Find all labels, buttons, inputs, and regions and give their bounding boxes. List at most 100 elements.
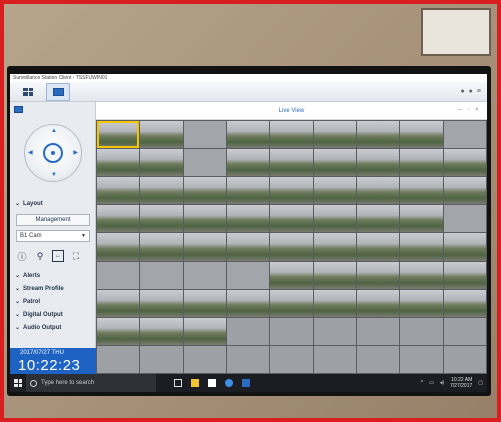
camera-feed-tile[interactable]: [400, 261, 443, 289]
camera-feed-tile[interactable]: [313, 121, 356, 149]
camera-feed-tile[interactable]: [97, 261, 140, 289]
info-icon[interactable]: ⓘ: [16, 250, 28, 262]
camera-feed-tile[interactable]: [443, 289, 486, 317]
empty-camera-slot[interactable]: [140, 345, 183, 373]
ptz-down-icon[interactable]: ▼: [51, 172, 57, 178]
camera-feed-tile[interactable]: [270, 121, 313, 149]
camera-feed-tile[interactable]: [183, 233, 226, 261]
layout-section[interactable]: ⌄ Layout: [15, 200, 43, 208]
camera-feed-tile[interactable]: [183, 149, 226, 177]
camera-feed-tile[interactable]: [356, 289, 400, 317]
camera-feed-tile[interactable]: [270, 205, 313, 233]
camera-feed-tile[interactable]: [356, 205, 400, 233]
camera-feed-tile[interactable]: [400, 205, 443, 233]
user-icon[interactable]: ●: [469, 88, 473, 95]
camera-feed-tile[interactable]: [183, 289, 226, 317]
store-icon[interactable]: [208, 379, 216, 387]
tray-clock[interactable]: 10:22 AM 7/27/2017: [450, 377, 472, 389]
fit-icon[interactable]: ↔: [52, 250, 64, 262]
camera-feed-tile[interactable]: [443, 121, 486, 149]
camera-feed-tile[interactable]: [270, 261, 313, 289]
camera-feed-tile[interactable]: [97, 205, 140, 233]
start-button[interactable]: [10, 374, 26, 392]
camera-feed-tile[interactable]: [226, 149, 270, 177]
menu-icon[interactable]: ≡: [477, 88, 481, 95]
camera-feed-tile[interactable]: [226, 205, 270, 233]
camera-feed-tile[interactable]: [356, 233, 400, 261]
live-view-window-controls[interactable]: — ▫ ✕: [457, 107, 481, 113]
camera-feed-tile[interactable]: [313, 205, 356, 233]
volume-icon[interactable]: ◂): [440, 380, 444, 386]
camera-feed-tile[interactable]: [270, 149, 313, 177]
camera-feed-tile[interactable]: [400, 149, 443, 177]
camera-feed-tile[interactable]: [140, 121, 183, 149]
empty-camera-slot[interactable]: [356, 345, 400, 373]
empty-camera-slot[interactable]: [270, 317, 313, 345]
tab-overview[interactable]: [16, 83, 40, 101]
camera-feed-tile[interactable]: [313, 149, 356, 177]
empty-camera-slot[interactable]: [226, 345, 270, 373]
camera-feed-tile[interactable]: [313, 289, 356, 317]
empty-camera-slot[interactable]: [97, 345, 140, 373]
camera-feed-tile[interactable]: [97, 177, 140, 205]
camera-feed-tile[interactable]: [97, 149, 140, 177]
tab-live-view[interactable]: [46, 82, 70, 101]
task-view-icon[interactable]: [174, 379, 182, 387]
ptz-right-icon[interactable]: ▶: [73, 149, 78, 156]
empty-camera-slot[interactable]: [313, 345, 356, 373]
camera-feed-tile[interactable]: [97, 121, 140, 149]
camera-feed-tile[interactable]: [183, 317, 226, 345]
camera-feed-tile[interactable]: [313, 233, 356, 261]
camera-feed-tile[interactable]: [183, 177, 226, 205]
camera-feed-tile[interactable]: [183, 121, 226, 149]
camera-feed-tile[interactable]: [183, 205, 226, 233]
camera-feed-tile[interactable]: [140, 289, 183, 317]
ptz-knob[interactable]: [43, 143, 63, 163]
camera-feed-tile[interactable]: [97, 289, 140, 317]
camera-feed-tile[interactable]: [140, 149, 183, 177]
camera-feed-tile[interactable]: [400, 177, 443, 205]
camera-feed-tile[interactable]: [226, 261, 270, 289]
camera-feed-tile[interactable]: [140, 317, 183, 345]
camera-feed-tile[interactable]: [270, 233, 313, 261]
camera-feed-tile[interactable]: [443, 233, 486, 261]
camera-feed-tile[interactable]: [400, 233, 443, 261]
camera-feed-tile[interactable]: [140, 261, 183, 289]
empty-camera-slot[interactable]: [400, 345, 443, 373]
digital-output-section[interactable]: ⌄ Digital Output: [15, 311, 63, 319]
camera-feed-tile[interactable]: [443, 205, 486, 233]
camera-feed-tile[interactable]: [313, 261, 356, 289]
audio-output-section[interactable]: ⌄ Audio Output: [15, 324, 61, 332]
location-pin-icon[interactable]: ⚲: [34, 250, 46, 262]
taskbar-search[interactable]: Type here to search: [26, 374, 156, 392]
management-button[interactable]: Management: [16, 214, 90, 226]
camera-feed-tile[interactable]: [140, 205, 183, 233]
empty-camera-slot[interactable]: [400, 317, 443, 345]
camera-feed-tile[interactable]: [356, 121, 400, 149]
empty-camera-slot[interactable]: [183, 345, 226, 373]
camera-feed-tile[interactable]: [226, 177, 270, 205]
ptz-up-icon[interactable]: ▲: [51, 128, 57, 134]
surveillance-app-icon[interactable]: [242, 379, 250, 387]
patrol-section[interactable]: ⌄ Patrol: [15, 298, 40, 306]
empty-camera-slot[interactable]: [443, 317, 486, 345]
camera-feed-tile[interactable]: [140, 177, 183, 205]
edge-icon[interactable]: [225, 379, 233, 387]
network-icon[interactable]: ▭: [429, 380, 434, 386]
camera-feed-tile[interactable]: [443, 149, 486, 177]
camera-feed-tile[interactable]: [400, 289, 443, 317]
camera-feed-tile[interactable]: [97, 233, 140, 261]
fullscreen-icon[interactable]: ⛶: [70, 250, 82, 262]
camera-feed-tile[interactable]: [226, 233, 270, 261]
camera-feed-tile[interactable]: [140, 233, 183, 261]
camera-select[interactable]: B1 Cam ▼: [16, 230, 90, 242]
camera-feed-tile[interactable]: [226, 121, 270, 149]
camera-feed-tile[interactable]: [226, 289, 270, 317]
alerts-section[interactable]: ⌄ Alerts: [15, 272, 40, 280]
camera-feed-tile[interactable]: [356, 261, 400, 289]
camera-feed-tile[interactable]: [356, 149, 400, 177]
empty-camera-slot[interactable]: [313, 317, 356, 345]
ptz-left-icon[interactable]: ◀: [28, 149, 33, 156]
camera-feed-tile[interactable]: [183, 261, 226, 289]
camera-feed-tile[interactable]: [313, 177, 356, 205]
